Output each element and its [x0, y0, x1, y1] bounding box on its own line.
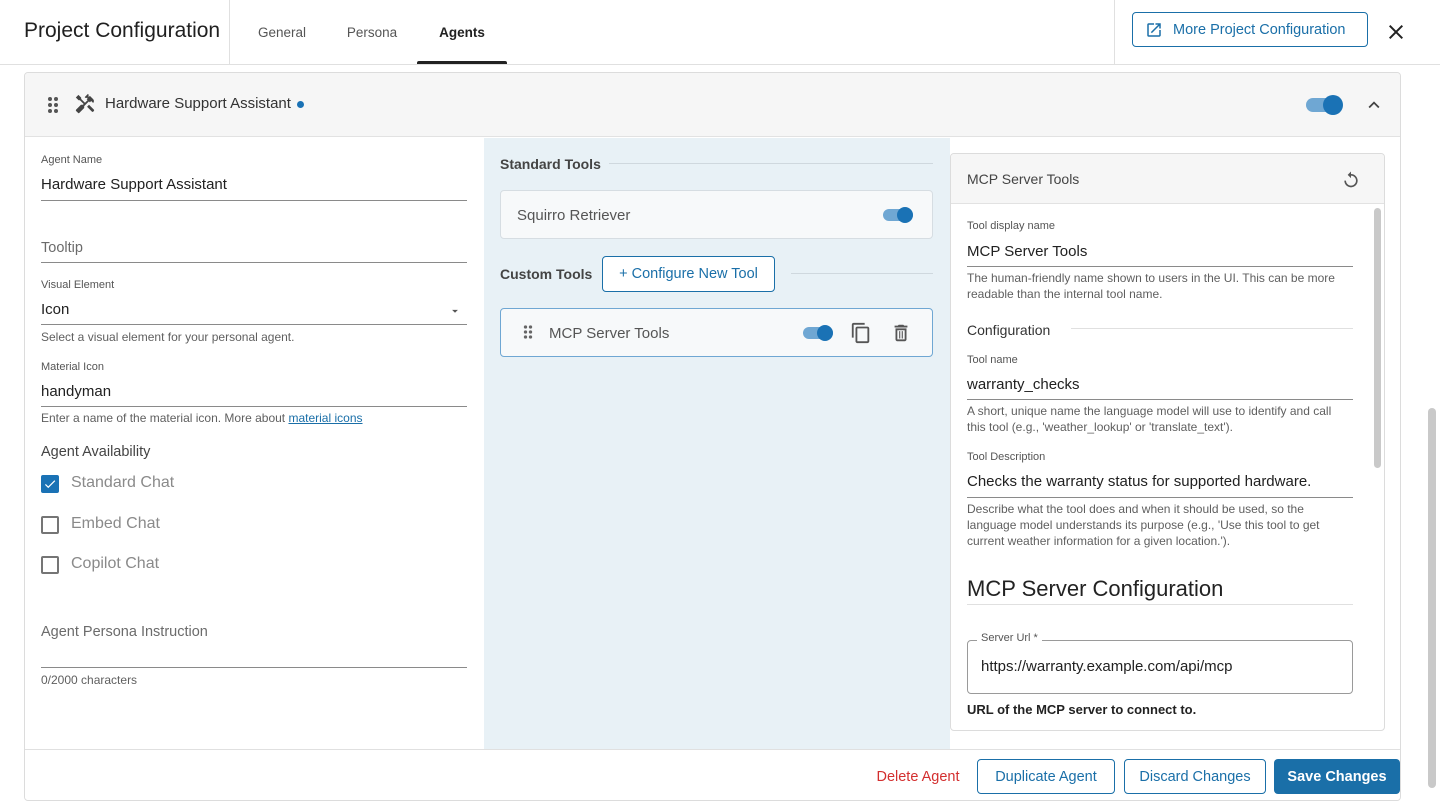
drag-handle-icon[interactable] — [47, 96, 59, 114]
tool-detail-title: MCP Server Tools — [967, 171, 1080, 187]
agent-availability-label: Agent Availability — [41, 444, 151, 460]
tool-description-label: Tool Description — [967, 451, 1046, 463]
agent-name-input[interactable]: Hardware Support Assistant — [41, 176, 227, 193]
server-url-input[interactable]: https://warranty.example.com/api/mcp — [981, 658, 1232, 675]
tab-persona[interactable]: Persona — [334, 0, 410, 64]
standard-tools-divider — [609, 163, 933, 164]
material-icon-underline — [41, 406, 467, 407]
mcp-heading-divider — [967, 604, 1353, 605]
tooltip-input[interactable]: Tooltip — [41, 240, 83, 256]
handyman-icon — [75, 93, 95, 114]
page-scrollbar[interactable] — [1428, 408, 1436, 788]
squirro-retriever-toggle[interactable] — [883, 205, 915, 225]
visual-element-select[interactable]: Icon — [41, 301, 69, 318]
material-icon-input[interactable]: handyman — [41, 383, 111, 400]
agent-card: Hardware Support Assistant Agent Name Ha… — [24, 72, 1401, 801]
custom-tools-heading: Custom Tools — [500, 266, 593, 282]
persona-instruction-underline — [41, 667, 467, 668]
tool-name-squirro-retriever: Squirro Retriever — [517, 207, 631, 224]
drag-handle-icon[interactable] — [523, 324, 533, 340]
tool-description-input[interactable]: Checks the warranty status for supported… — [967, 473, 1311, 490]
tooltip-underline — [41, 262, 467, 263]
tool-detail-panel: MCP Server Tools Tool display name MCP S… — [950, 153, 1385, 731]
copilot-chat-label: Copilot Chat — [71, 555, 160, 572]
tool-name-input[interactable]: warranty_checks — [967, 376, 1080, 393]
persona-instruction-counter: 0/2000 characters — [41, 673, 138, 687]
tool-description-hint: Describe what the tool does and when it … — [967, 502, 1320, 548]
unsaved-indicator — [297, 101, 304, 108]
close-icon[interactable] — [1384, 20, 1408, 44]
server-url-hint: URL of the MCP server to connect to. — [967, 702, 1197, 717]
material-icon-hint-text: Enter a name of the material icon. More … — [41, 411, 289, 425]
duplicate-agent-button[interactable]: Duplicate Agent — [977, 759, 1115, 794]
tab-general[interactable]: General — [246, 0, 318, 64]
chevron-up-icon[interactable] — [1363, 94, 1385, 116]
copy-icon[interactable] — [850, 322, 872, 344]
agent-card-footer: Delete Agent Duplicate Agent Discard Cha… — [25, 749, 1400, 800]
configure-new-tool-button[interactable]: + Configure New Tool — [602, 256, 775, 292]
material-icon-label: Material Icon — [41, 361, 104, 373]
tool-row-mcp-server-tools[interactable]: MCP Server Tools — [500, 308, 933, 357]
tab-agents[interactable]: Agents — [417, 0, 507, 64]
header-divider — [229, 0, 230, 64]
copilot-chat-checkbox[interactable] — [41, 556, 59, 574]
embed-chat-checkbox[interactable] — [41, 516, 59, 534]
tool-description-underline — [967, 497, 1353, 498]
more-project-configuration-button[interactable]: More Project Configuration — [1132, 12, 1368, 47]
discard-changes-button[interactable]: Discard Changes — [1124, 759, 1266, 794]
agent-name-label: Agent Name — [41, 154, 103, 166]
check-icon — [44, 480, 56, 489]
agent-enabled-toggle[interactable] — [1306, 94, 1344, 116]
configuration-divider — [1071, 328, 1353, 329]
server-url-label: Server Url * — [977, 632, 1042, 644]
visual-element-hint: Select a visual element for your persona… — [41, 330, 295, 344]
persona-instruction-input[interactable]: Agent Persona Instruction — [41, 624, 208, 640]
material-icons-link[interactable]: material icons — [288, 411, 362, 425]
tool-name-mcp-server-tools: MCP Server Tools — [549, 325, 670, 342]
app-header: Project Configuration General Persona Ag… — [0, 0, 1440, 65]
tool-detail-body: Tool display name MCP Server Tools The h… — [951, 204, 1384, 730]
delete-icon[interactable] — [890, 322, 912, 344]
more-button-label: More Project Configuration — [1173, 21, 1346, 38]
standard-tools-heading: Standard Tools — [500, 156, 601, 172]
dropdown-arrow-icon[interactable] — [448, 304, 462, 318]
display-name-label: Tool display name — [967, 220, 1056, 232]
display-name-input[interactable]: MCP Server Tools — [967, 243, 1087, 260]
agent-card-header[interactable]: Hardware Support Assistant — [25, 73, 1400, 137]
delete-agent-button[interactable]: Delete Agent — [863, 759, 973, 794]
custom-tools-divider — [791, 273, 933, 274]
mcp-configuration-heading: MCP Server Configuration — [967, 576, 1224, 601]
standard-chat-label: Standard Chat — [71, 474, 175, 491]
open-in-new-icon — [1147, 22, 1161, 37]
agent-name-underline — [41, 200, 467, 201]
standard-chat-checkbox[interactable] — [41, 475, 59, 493]
display-name-hint: The human-friendly name shown to users i… — [967, 271, 1335, 301]
tool-detail-header: MCP Server Tools — [951, 154, 1384, 204]
mcp-server-tools-toggle[interactable] — [803, 323, 835, 343]
agent-title: Hardware Support Assistant — [105, 95, 291, 112]
material-icon-hint: Enter a name of the material icon. More … — [41, 411, 363, 425]
visual-element-underline — [41, 324, 467, 325]
tool-name-underline — [967, 399, 1353, 400]
tool-row-squirro-retriever[interactable]: Squirro Retriever — [500, 190, 933, 239]
detail-scrollbar[interactable] — [1374, 208, 1381, 468]
page-title: Project Configuration — [24, 19, 221, 42]
visual-element-label: Visual Element — [41, 279, 115, 291]
save-changes-button[interactable]: Save Changes — [1274, 759, 1400, 794]
embed-chat-label: Embed Chat — [71, 515, 160, 532]
tool-name-label: Tool name — [967, 354, 1018, 366]
reset-icon[interactable] — [1341, 169, 1361, 189]
header-divider-right — [1114, 0, 1115, 64]
tool-name-hint: A short, unique name the language model … — [967, 404, 1332, 434]
configuration-heading: Configuration — [967, 322, 1051, 338]
display-name-underline — [967, 266, 1353, 267]
